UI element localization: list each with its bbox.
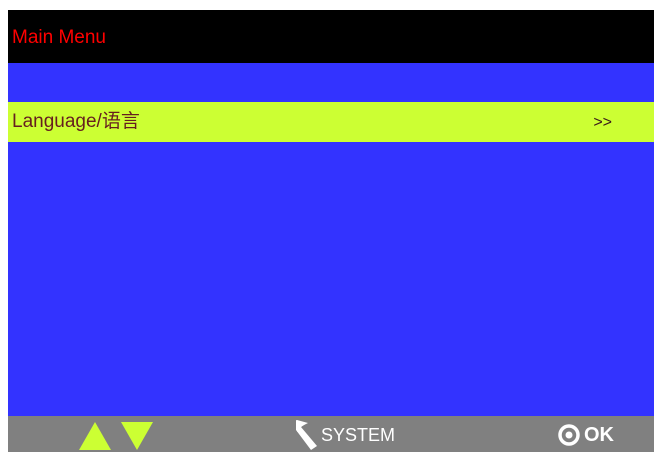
menu-item-arrow: >> — [593, 114, 612, 131]
page-title: Main Menu — [12, 27, 106, 48]
up-triangle-icon[interactable] — [78, 421, 112, 451]
menu-item-language[interactable]: Language/语言 >> — [8, 102, 654, 142]
ok-button-label: OK — [584, 423, 614, 446]
down-triangle-icon[interactable] — [120, 421, 154, 451]
back-arrow-icon — [296, 420, 317, 450]
title-bar: Main Menu — [8, 10, 654, 63]
target-circle-icon — [558, 424, 580, 446]
bottom-bar: SYSTEM OK — [8, 416, 654, 452]
device-screen: Main Menu Language/语言 >> SYSTEM OK — [8, 10, 654, 452]
system-button[interactable]: SYSTEM — [296, 418, 395, 452]
menu-item-label: Language/语言 — [12, 111, 140, 132]
ok-button[interactable]: OK — [558, 418, 614, 452]
system-button-label: SYSTEM — [321, 424, 396, 445]
